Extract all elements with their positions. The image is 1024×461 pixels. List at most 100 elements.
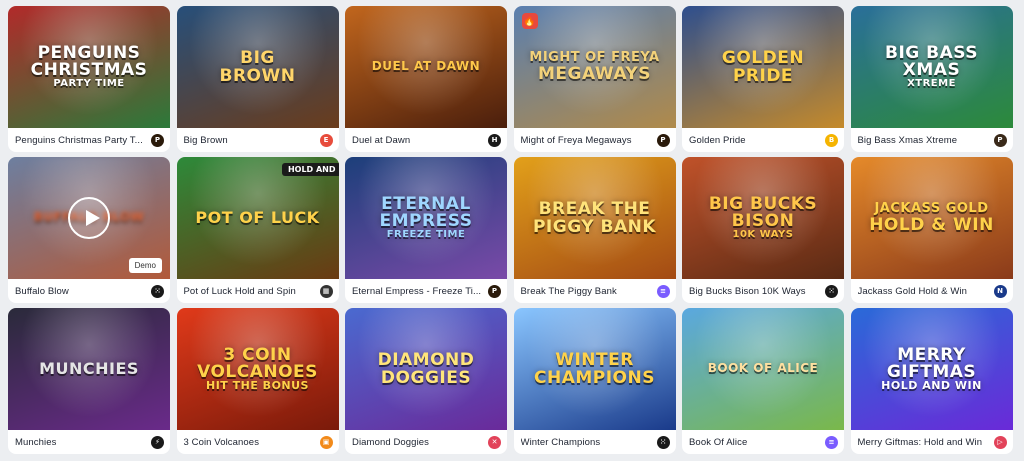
dots-grid-icon: ⁙	[151, 284, 164, 298]
layers-icon: ≡	[825, 435, 838, 449]
demo-button[interactable]: Demo	[128, 258, 162, 273]
game-card[interactable]: 3 Coin Volcanoes Hit the Bonus 3 Coin Volca…	[176, 308, 339, 454]
game-card-footer: Big Brown E	[177, 128, 339, 152]
game-card[interactable]: Jackass Gold Hold & Win Jackass Gold Hold …	[850, 157, 1013, 303]
game-thumbnail[interactable]: Eternal Empress Freeze Time	[345, 157, 507, 279]
game-thumbnail[interactable]: Buffalo Blow Demo	[8, 157, 170, 279]
game-card[interactable]: Might of Freya Megaways 🔥 Might of Freya Me…	[513, 6, 676, 152]
game-logo-art: Big Brown	[214, 49, 302, 84]
game-title[interactable]: Big Bass Xmas Xtreme	[858, 135, 958, 146]
game-thumbnail[interactable]: Book of Alice	[682, 308, 844, 430]
play-n-go-icon: P	[656, 133, 670, 147]
game-card-footer: Big Bass Xmas Xtreme P	[851, 128, 1013, 152]
game-logo-line: Break The	[538, 199, 651, 220]
game-card[interactable]: Big Bucks Bison 10K Ways Big Bucks Bison 10…	[682, 157, 844, 303]
game-logo-art: Pot of Luck	[189, 209, 325, 226]
game-title[interactable]: Merry Giftmas: Hold and Win	[858, 437, 983, 448]
game-title[interactable]: Jackass Gold Hold & Win	[858, 286, 967, 297]
game-logo-line: Bison	[731, 211, 795, 232]
game-logo-art: Merry Giftmas Hold and Win	[875, 346, 988, 393]
game-thumbnail[interactable]: Might of Freya Megaways 🔥	[513, 6, 676, 128]
game-card[interactable]: Diamond Doggies Diamond Doggies ✕	[345, 308, 507, 454]
game-title[interactable]: Big Brown	[184, 135, 228, 146]
game-thumbnail[interactable]: Diamond Doggies	[345, 308, 507, 430]
game-logo-line: 3 Coin	[223, 344, 292, 365]
layers-icon: ≡	[656, 284, 670, 298]
game-thumbnail[interactable]: Big Bucks Bison 10K Ways	[682, 157, 844, 279]
game-title[interactable]: Pot of Luck Hold and Spin	[184, 286, 296, 297]
game-card[interactable]: Break The Piggy Bank Break The Piggy Bank ≡	[513, 157, 676, 303]
game-logo-line: Giftmas	[886, 361, 977, 382]
netgame-icon: N	[993, 284, 1007, 298]
game-logo-line: Freeze Time	[386, 229, 466, 241]
hold-and-win-ribbon: HOLD AND	[281, 163, 339, 176]
game-logo-line: Party Time	[53, 78, 125, 90]
game-logo-line: Munchies	[39, 359, 139, 379]
game-title[interactable]: Golden Pride	[689, 135, 746, 146]
game-title[interactable]: Duel at Dawn	[352, 135, 410, 146]
game-card-footer: Merry Giftmas: Hold and Win ▷	[851, 430, 1013, 454]
orange-square-icon: ▣	[319, 435, 333, 449]
game-thumbnail[interactable]: Winter Champions	[513, 308, 676, 430]
game-card[interactable]: Merry Giftmas Hold and Win Merry Giftmas: H…	[850, 308, 1013, 454]
game-logo-line: Big Bucks	[708, 194, 818, 215]
play-n-go-icon: P	[151, 133, 164, 147]
game-card[interactable]: Book of Alice Book Of Alice ≡	[682, 308, 844, 454]
game-card-footer: Big Bucks Bison 10K Ways ⁙	[682, 279, 844, 303]
game-logo-line: Piggy Bank	[532, 216, 657, 237]
game-card[interactable]: Pot of Luck HOLD AND Pot of Luck Hold and …	[176, 157, 339, 303]
play-n-go-icon: P	[488, 284, 501, 298]
dots-grid-icon: ⁙	[825, 284, 838, 298]
game-title[interactable]: Winter Champions	[521, 437, 601, 448]
squares-icon: ▦	[319, 284, 333, 298]
game-thumbnail[interactable]: Merry Giftmas Hold and Win	[850, 308, 1013, 430]
game-card-footer: Might of Freya Megaways P	[514, 128, 676, 152]
game-card-footer: Penguins Christmas Party T... P	[8, 128, 170, 152]
game-card[interactable]: Eternal Empress Freeze Time Eternal Empress…	[345, 157, 507, 303]
game-logo-art: Break The Piggy Bank	[527, 200, 662, 235]
game-thumbnail[interactable]: Jackass Gold Hold & Win	[850, 157, 1013, 279]
game-title[interactable]: Eternal Empress - Freeze Ti...	[352, 286, 481, 297]
game-logo-line: Pot of Luck	[195, 208, 320, 228]
game-thumbnail[interactable]: Big Bass Xmas Xtreme	[850, 6, 1013, 128]
game-card[interactable]: Big Brown Big Brown E	[176, 6, 339, 152]
game-title[interactable]: Buffalo Blow	[15, 286, 69, 297]
game-thumbnail[interactable]: Golden Pride	[682, 6, 844, 128]
game-card[interactable]: Duel at Dawn Duel at Dawn H	[345, 6, 507, 152]
game-thumbnail[interactable]: Duel at Dawn	[345, 6, 507, 128]
game-card-footer: Jackass Gold Hold & Win N	[851, 279, 1013, 303]
game-title[interactable]: Penguins Christmas Party T...	[15, 135, 143, 146]
game-title[interactable]: 3 Coin Volcanoes	[184, 437, 260, 448]
game-title[interactable]: Book Of Alice	[689, 437, 747, 448]
game-logo-line: Golden	[721, 48, 805, 69]
game-logo-line: Hit the Bonus	[206, 378, 309, 392]
game-card-footer: Diamond Doggies ✕	[345, 430, 507, 454]
game-title[interactable]: Big Bucks Bison 10K Ways	[689, 286, 806, 297]
game-thumbnail[interactable]: 3 Coin Volcanoes Hit the Bonus	[176, 308, 339, 430]
game-card[interactable]: Munchies Munchies ⚡	[8, 308, 170, 454]
game-thumbnail[interactable]: Break The Piggy Bank	[513, 157, 676, 279]
game-thumbnail[interactable]: Big Brown	[176, 6, 339, 128]
game-logo-line: Hold and Win	[881, 378, 982, 392]
game-title[interactable]: Diamond Doggies	[352, 437, 429, 448]
game-card[interactable]: Buffalo Blow Demo Buffalo Blow ⁙	[8, 157, 170, 303]
game-logo-art: Eternal Empress Freeze Time	[374, 195, 479, 241]
game-title[interactable]: Might of Freya Megaways	[521, 135, 632, 146]
game-title[interactable]: Munchies	[15, 437, 56, 448]
game-card[interactable]: Penguins Christmas Party Time Penguins Chri…	[8, 6, 170, 152]
game-card[interactable]: Winter Champions Winter Champions ⁙	[513, 308, 676, 454]
game-card[interactable]: Big Bass Xmas Xtreme Big Bass Xmas Xtreme P	[850, 6, 1013, 152]
game-logo-art: Diamond Doggies	[372, 351, 481, 386]
game-thumbnail[interactable]: Pot of Luck HOLD AND	[176, 157, 339, 279]
game-thumbnail[interactable]: Penguins Christmas Party Time	[8, 6, 170, 128]
game-logo-line: Empress	[379, 211, 473, 232]
game-logo-line: Might of Freya	[529, 50, 660, 66]
game-logo-line: Xmas	[902, 60, 961, 81]
game-card-footer: Duel at Dawn H	[345, 128, 507, 152]
play-icon[interactable]	[68, 197, 110, 239]
game-thumbnail[interactable]: Munchies	[8, 308, 170, 430]
game-grid: Penguins Christmas Party Time Penguins Chri…	[8, 6, 1013, 454]
game-card[interactable]: Golden Pride Golden Pride B	[682, 6, 844, 152]
game-card-footer: Buffalo Blow ⁙	[8, 279, 170, 303]
game-title[interactable]: Break The Piggy Bank	[521, 286, 617, 297]
